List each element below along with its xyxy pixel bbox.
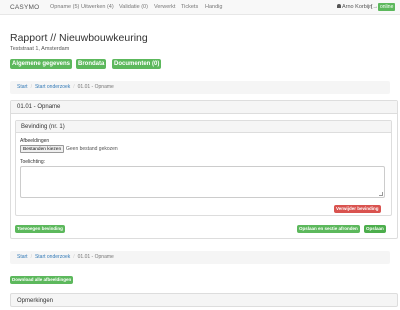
- nav-item-opname[interactable]: Opname (5): [50, 4, 79, 10]
- add-finding-button[interactable]: Toevoegen bevinding: [15, 225, 65, 233]
- breadcrumb-start-onderzoek[interactable]: Start onderzoek: [35, 254, 70, 260]
- breadcrumb-separator: /: [30, 254, 32, 260]
- nav-item-handig[interactable]: Handig: [205, 4, 222, 10]
- general-data-button[interactable]: Algemene gegevens: [10, 59, 73, 69]
- breadcrumb: Start / Start onderzoek/01.01 - Opname: [10, 81, 390, 94]
- top-navbar: CASYMO Opname (5) Uitwerken (4) Validati…: [0, 0, 400, 15]
- breadcrumb-separator: /: [73, 254, 75, 260]
- breadcrumb-current: 01.01 - Opname: [77, 254, 114, 260]
- online-status-badge: online: [378, 3, 396, 11]
- user-name: Arno Korbijn: [342, 4, 373, 10]
- explanation-textarea[interactable]: [20, 166, 385, 198]
- nav-item-verwerkt[interactable]: Verwerkt: [154, 4, 175, 10]
- user-icon: [337, 4, 341, 8]
- nav-item-tickets[interactable]: Tickets: [181, 4, 198, 10]
- breadcrumb-bottom: Start / Start onderzoek/01.01 - Opname: [10, 251, 390, 264]
- breadcrumb-separator: /: [30, 84, 32, 90]
- delete-finding-button[interactable]: Verwijder bevinding: [334, 205, 381, 213]
- file-status-text: Geen bestand gekozen: [66, 146, 118, 152]
- nav-item-uitwerken[interactable]: Uitwerken (4): [81, 4, 114, 10]
- breadcrumb-start[interactable]: Start: [17, 84, 28, 90]
- finding-title: Bevinding (nr. 1): [16, 121, 391, 133]
- explanation-label: Toelichting:: [20, 159, 46, 165]
- choose-files-button[interactable]: Bestanden kiezen: [20, 145, 65, 153]
- brand-logo[interactable]: CASYMO: [10, 4, 39, 11]
- download-all-images-button[interactable]: Download alle afbeeldingen: [10, 276, 74, 284]
- breadcrumb-start-onderzoek[interactable]: Start onderzoek: [35, 84, 70, 90]
- breadcrumb-current: 01.01 - Opname: [77, 84, 114, 90]
- resize-handle[interactable]: [379, 192, 383, 196]
- comments-panel-heading[interactable]: Opmerkingen: [10, 293, 398, 307]
- images-label: Afbeeldingen: [20, 138, 50, 144]
- sign-out-icon[interactable]: [→: [371, 4, 378, 10]
- user-menu[interactable]: Arno Korbijn: [337, 4, 372, 10]
- page-title: Rapport // Nieuwbouwkeuring: [10, 32, 148, 44]
- documents-button[interactable]: Documenten (0): [112, 59, 162, 69]
- brondata-button[interactable]: Brondata: [76, 59, 107, 69]
- section-title: 01.01 - Opname: [11, 101, 397, 114]
- save-button[interactable]: Opslaan: [364, 225, 386, 233]
- breadcrumb-start[interactable]: Start: [17, 254, 28, 260]
- save-and-close-section-button[interactable]: Opslaan en sectie afronden: [297, 225, 360, 233]
- address-text: Teststraat 1, Amsterdam: [10, 46, 70, 52]
- nav-item-validatie[interactable]: Validatie (0): [119, 4, 148, 10]
- breadcrumb-separator: /: [73, 84, 75, 90]
